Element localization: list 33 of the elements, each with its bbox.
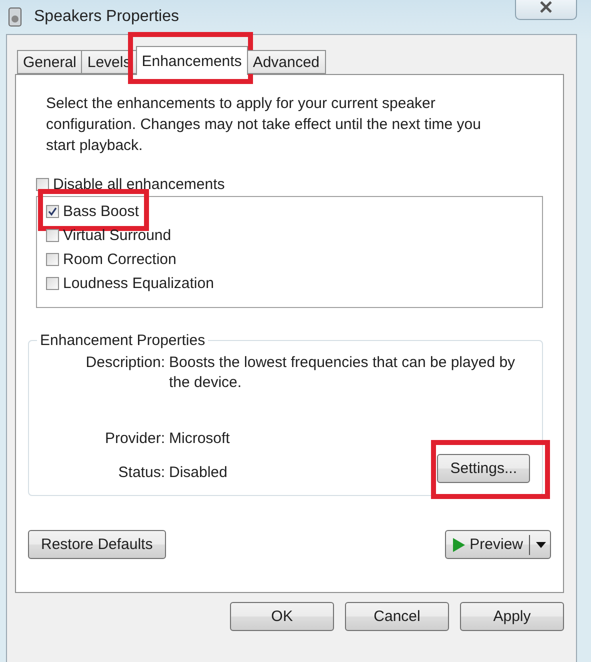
- checkbox[interactable]: [46, 252, 59, 266]
- field-value: Microsoft: [169, 429, 230, 449]
- intro-text: Select the enhancements to apply for your current speaker configuration. Changes may not take effect until the next time you start playback.: [46, 94, 482, 156]
- field-label: Description:: [84, 353, 165, 373]
- field-label: Status:: [117, 463, 165, 483]
- checkbox[interactable]: [46, 276, 59, 290]
- dropdown-caret-icon: [536, 542, 546, 548]
- field-label: Provider:: [104, 429, 165, 449]
- field-value: Disabled: [169, 463, 228, 483]
- dialog-button[interactable]: Apply: [460, 602, 564, 631]
- checkbox[interactable]: [36, 178, 49, 190]
- group-title: Enhancement Properties: [39, 332, 206, 349]
- checkbox-label: Disable all enhancements: [53, 176, 225, 192]
- enhancement-item[interactable]: Bass Boost: [63, 202, 139, 220]
- tab[interactable]: General: [17, 50, 82, 74]
- settings-button[interactable]: Settings...: [437, 454, 530, 483]
- close-button[interactable]: [515, 0, 577, 20]
- enhancement-item[interactable]: Room Correction: [63, 250, 176, 268]
- window-title: Speakers Properties: [34, 8, 179, 26]
- enhancement-item[interactable]: Virtual Surround: [63, 226, 172, 244]
- play-icon: [452, 536, 466, 552]
- restore-defaults-button[interactable]: Restore Defaults: [28, 530, 166, 559]
- close-icon: [539, 1, 553, 13]
- dialog-button[interactable]: Cancel: [345, 602, 449, 631]
- enhancement-item[interactable]: Loudness Equalization: [63, 274, 214, 292]
- preview-button[interactable]: Preview: [444, 530, 551, 559]
- tab[interactable]: Enhancements: [136, 46, 248, 75]
- dialog-button[interactable]: OK: [230, 602, 334, 631]
- tab[interactable]: Advanced: [246, 50, 326, 74]
- checkbox[interactable]: [46, 228, 59, 242]
- speaker-icon: [8, 7, 22, 27]
- field-value: Boosts the lowest frequencies that can be played by the device.: [169, 353, 516, 393]
- checkbox[interactable]: [46, 204, 59, 218]
